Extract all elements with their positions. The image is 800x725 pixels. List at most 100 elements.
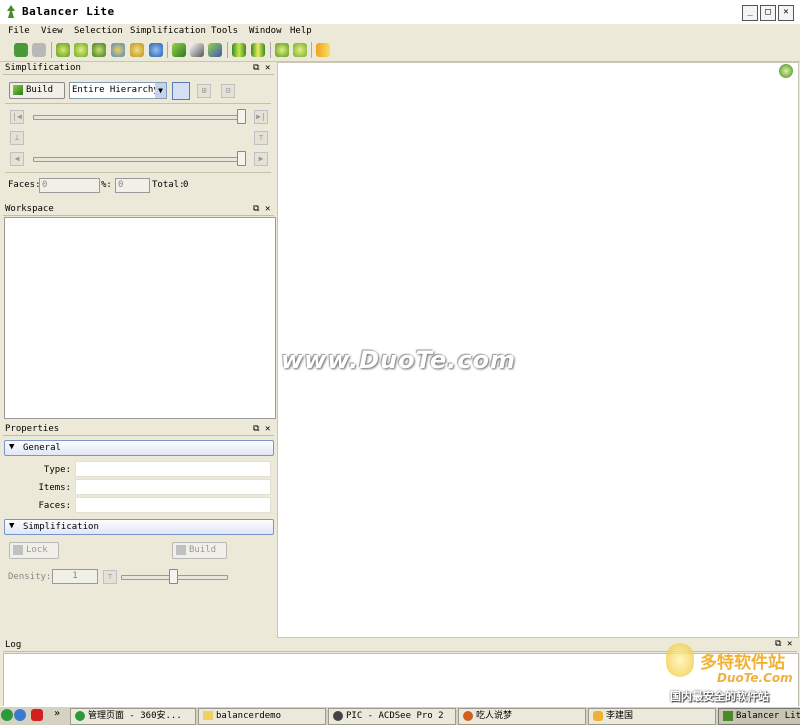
task-label: PIC - ACDSee Pro 2 — [346, 711, 444, 721]
last-lod-icon[interactable]: ▶| — [254, 110, 268, 124]
close-button[interactable]: ✕ — [778, 5, 794, 21]
task-label: balancerdemo — [216, 711, 282, 721]
workspace-panel-header: Workspace ⧉ ✕ — [3, 203, 274, 216]
build-icon — [13, 85, 23, 95]
float-panel-icon[interactable]: ⧉ — [253, 204, 259, 214]
shaded-wireframe-icon[interactable] — [208, 43, 222, 57]
taskbar-item[interactable]: PIC - ACDSee Pro 2 — [328, 708, 456, 725]
close-panel-icon[interactable]: ✕ — [265, 63, 270, 73]
menu-file[interactable]: File — [8, 26, 30, 36]
type-value — [75, 461, 271, 477]
save-file-icon[interactable] — [32, 43, 46, 57]
simplification-section-header[interactable]: ▼ Simplification — [4, 519, 274, 535]
step-slider-thumb[interactable] — [237, 151, 246, 166]
shaded-mode-icon[interactable] — [172, 43, 186, 57]
panel-title: Workspace — [5, 204, 54, 214]
pick-tool-icon[interactable] — [172, 82, 190, 100]
density-slider-thumb[interactable] — [169, 569, 178, 584]
show-all-icon[interactable] — [293, 43, 307, 57]
percent-field[interactable]: 0 — [115, 178, 150, 193]
close-panel-icon[interactable]: ✕ — [787, 639, 792, 649]
build-label: Build — [189, 545, 217, 555]
light-icon[interactable] — [316, 43, 330, 57]
items-value — [75, 479, 271, 495]
taskbar-item[interactable]: 李建国 — [588, 708, 716, 725]
chevron-down-icon[interactable]: ▼ — [155, 83, 166, 98]
bounding-box-icon[interactable] — [232, 43, 246, 57]
properties-panel-header: Properties ⧉ ✕ — [3, 423, 274, 436]
select-all-icon[interactable] — [56, 43, 70, 57]
faces-label: Faces: — [8, 180, 41, 190]
divider — [5, 103, 271, 104]
quicklaunch-desktop-icon[interactable] — [1, 709, 13, 721]
build-prop-button[interactable]: Build — [172, 542, 227, 559]
task-label: 管理页面 - 360安... — [88, 711, 182, 721]
toolbar-separator — [270, 42, 271, 58]
lod-slider-thumb[interactable] — [237, 109, 246, 124]
menu-simplification[interactable]: Simplification — [130, 26, 206, 36]
float-panel-icon[interactable]: ⧉ — [253, 424, 259, 434]
menu-help[interactable]: Help — [290, 26, 312, 36]
menu-view[interactable]: View — [41, 26, 63, 36]
select-invert-icon[interactable] — [92, 43, 106, 57]
menu-selection[interactable]: Selection — [74, 26, 123, 36]
step-back-icon[interactable]: ◀ — [10, 152, 24, 166]
select-children-icon[interactable] — [111, 43, 125, 57]
acdsee-icon — [333, 711, 343, 721]
faces-field[interactable]: 0 — [39, 178, 100, 193]
first-lod-icon[interactable]: |◀ — [10, 110, 24, 124]
minimize-button[interactable]: _ — [742, 5, 758, 21]
brand-url-text: DuoTe.Com — [717, 671, 793, 685]
panel-title: Simplification — [5, 63, 81, 73]
lod-max-icon[interactable]: ⊤ — [254, 131, 268, 145]
wireframe-mode-icon[interactable] — [190, 43, 204, 57]
taskbar-item-active[interactable]: Balancer Lite — [718, 708, 800, 725]
close-panel-icon[interactable]: ✕ — [265, 204, 270, 214]
density-field[interactable]: 1 — [52, 569, 98, 584]
toolbar-separator — [311, 42, 312, 58]
task-label: 吃人说梦 — [476, 711, 513, 721]
lock-label: Lock — [26, 545, 48, 555]
open-file-icon[interactable] — [14, 43, 28, 57]
help-cursor-icon[interactable] — [779, 64, 793, 78]
browser-icon — [75, 711, 85, 721]
divider — [5, 172, 271, 173]
build-button[interactable]: Build — [9, 82, 65, 99]
workspace-tree[interactable] — [4, 217, 276, 419]
maximize-button[interactable]: □ — [760, 5, 776, 21]
lock-button[interactable]: Lock — [9, 542, 59, 559]
step-forward-icon[interactable]: ▶ — [254, 152, 268, 166]
menu-tools[interactable]: Tools — [211, 26, 238, 36]
quicklaunch-chevron[interactable]: » — [54, 708, 60, 719]
unlock-selected-icon[interactable]: ⊟ — [221, 84, 235, 98]
scope-select[interactable]: Entire Hierarchy ▼ — [69, 82, 167, 99]
menu-window[interactable]: Window — [249, 26, 282, 36]
lock-icon — [13, 545, 23, 555]
bounding-volume-icon[interactable] — [251, 43, 265, 57]
collapse-icon: ▼ — [9, 521, 15, 531]
step-slider[interactable] — [33, 157, 245, 162]
watermark-text: www.DuoTe.com — [281, 346, 516, 374]
general-section-header[interactable]: ▼ General — [4, 440, 274, 456]
close-panel-icon[interactable]: ✕ — [265, 424, 270, 434]
density-icon[interactable]: ⊤ — [103, 570, 117, 584]
select-siblings-icon[interactable] — [149, 43, 163, 57]
lod-slider[interactable] — [33, 115, 245, 120]
taskbar-item[interactable]: 管理页面 - 360安... — [70, 708, 196, 725]
lod-min-icon[interactable]: ⊥ — [10, 131, 24, 145]
select-parent-icon[interactable] — [130, 43, 144, 57]
quicklaunch-browser-icon[interactable] — [14, 709, 26, 721]
density-label: Density: — [8, 572, 52, 582]
build-icon — [176, 545, 186, 555]
quicklaunch-app-icon[interactable] — [31, 709, 43, 721]
app-logo-icon — [723, 711, 733, 721]
toolbar-separator — [227, 42, 228, 58]
toolbar-separator — [167, 42, 168, 58]
taskbar-item[interactable]: 吃人说梦 — [458, 708, 586, 725]
taskbar-item[interactable]: balancerdemo — [198, 708, 326, 725]
hide-selected-icon[interactable] — [275, 43, 289, 57]
select-none-icon[interactable] — [74, 43, 88, 57]
float-panel-icon[interactable]: ⧉ — [253, 63, 259, 73]
panel-title: Properties — [5, 424, 60, 434]
lock-selected-icon[interactable]: ⊞ — [197, 84, 211, 98]
